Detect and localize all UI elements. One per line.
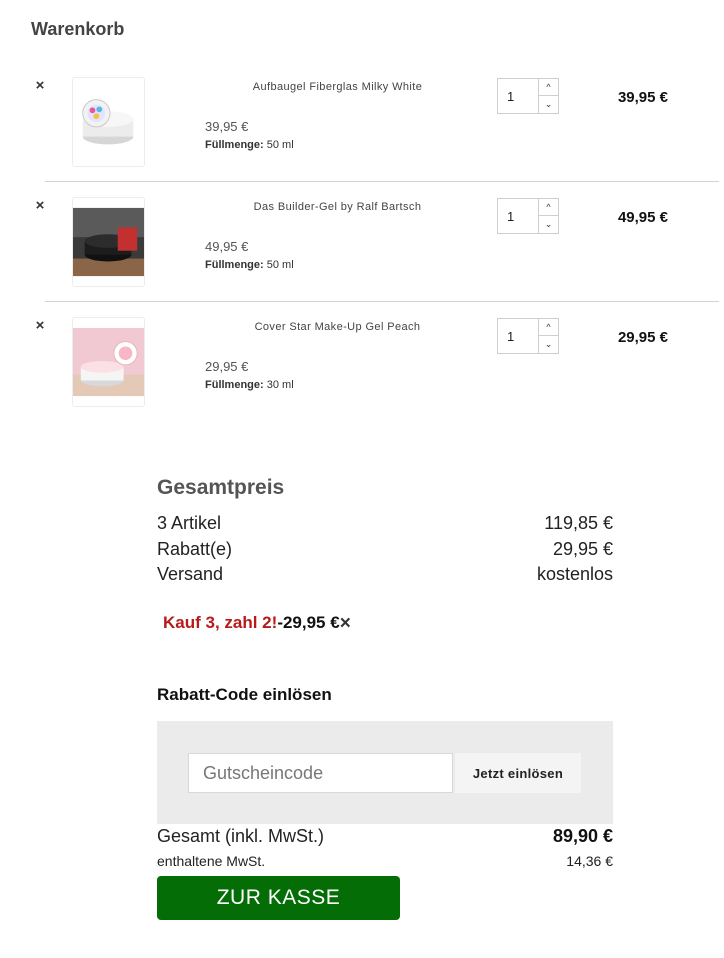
decrease-quantity-button[interactable]: ⌄ [539,216,558,233]
grand-total-row: Gesamt (inkl. MwSt.) 89,90 € [157,826,613,848]
product-image[interactable] [72,197,145,287]
fill-value: 50 ml [266,139,294,151]
stepper-buttons: ^ ⌄ [538,319,558,353]
increase-quantity-button[interactable]: ^ [539,79,558,96]
cart-title: Warenkorb [31,19,125,39]
unit-price: 49,95 € [205,239,249,254]
product-image[interactable] [72,77,145,167]
fill-amount: Füllmenge: 50 ml [205,139,294,151]
unit-price: 39,95 € [205,119,249,134]
fill-amount: Füllmenge: 30 ml [205,379,294,391]
line-total: 29,95 € [617,329,668,346]
quantity-stepper[interactable]: 1 ^ ⌄ [497,78,559,114]
summary-label: Versand [157,564,224,584]
quantity-value[interactable]: 1 [507,89,514,104]
redeem-coupon-button[interactable]: Jetzt einlösen [455,753,581,793]
vat-label: enthaltene MwSt. [157,853,266,869]
decrease-quantity-button[interactable]: ⌄ [539,96,558,113]
grand-total-label: Gesamt (inkl. MwSt.) [157,826,325,846]
summary-row-discount: Rabatt(e) 29,95 € [157,539,613,561]
stepper-buttons: ^ ⌄ [538,199,558,233]
fill-value: 50 ml [266,259,294,271]
vat-row: enthaltene MwSt. 14,36 € [157,853,613,871]
summary-value: 29,95 € [552,539,613,559]
stepper-buttons: ^ ⌄ [538,79,558,113]
promotion-name: Kauf 3, zahl 2! [163,613,278,632]
summary-value: 119,85 € [544,513,613,533]
product-name[interactable]: Das Builder-Gel by Ralf Bartsch [220,201,455,213]
fill-value: 30 ml [266,379,294,391]
product-name[interactable]: Aufbaugel Fiberglas Milky White [220,81,455,93]
fill-label: Füllmenge: [205,259,264,271]
grand-total-value: 89,90 € [552,826,613,846]
quantity-stepper[interactable]: 1 ^ ⌄ [497,198,559,234]
summary-title: Gesamtpreis [157,476,285,499]
fill-amount: Füllmenge: 50 ml [205,259,294,271]
cart-item: × Cover Star Make-Up Gel Peach 29,95 € F… [0,301,724,421]
product-image[interactable] [72,317,145,407]
cart-item: × Aufbaugel Fiberglas Milky White 39,95 … [0,61,724,181]
increase-quantity-button[interactable]: ^ [539,199,558,216]
summary-value: kostenlos [536,564,613,584]
vat-value: 14,36 € [566,853,613,869]
line-total: 39,95 € [617,89,668,106]
quantity-value[interactable]: 1 [507,209,514,224]
product-name[interactable]: Cover Star Make-Up Gel Peach [220,321,455,333]
promotion-amount: -29,95 € [277,613,340,632]
coupon-code-input[interactable] [188,753,453,793]
unit-price: 29,95 € [205,359,249,374]
decrease-quantity-button[interactable]: ⌄ [539,336,558,353]
line-total: 49,95 € [617,209,668,226]
remove-item-button[interactable]: × [33,318,47,333]
applied-promotion: Kauf 3, zahl 2!-29,95 €× [163,612,351,634]
increase-quantity-button[interactable]: ^ [539,319,558,336]
coupon-panel: Jetzt einlösen [157,721,613,824]
summary-row-shipping: Versand kostenlos [157,564,613,586]
checkout-button[interactable]: ZUR KASSE [157,876,400,920]
fill-label: Füllmenge: [205,139,264,151]
remove-item-button[interactable]: × [33,78,47,93]
summary-row-articles: 3 Artikel 119,85 € [157,513,613,535]
quantity-value[interactable]: 1 [507,329,514,344]
remove-promotion-button[interactable]: × [340,613,351,634]
fill-label: Füllmenge: [205,379,264,391]
summary-label: Rabatt(e) [157,539,233,559]
remove-item-button[interactable]: × [33,198,47,213]
coupon-title: Rabatt-Code einlösen [157,685,332,704]
cart-item: × Das Builder-Gel by Ralf Bartsch 49,95 … [0,181,724,301]
quantity-stepper[interactable]: 1 ^ ⌄ [497,318,559,354]
summary-label: 3 Artikel [157,513,222,533]
